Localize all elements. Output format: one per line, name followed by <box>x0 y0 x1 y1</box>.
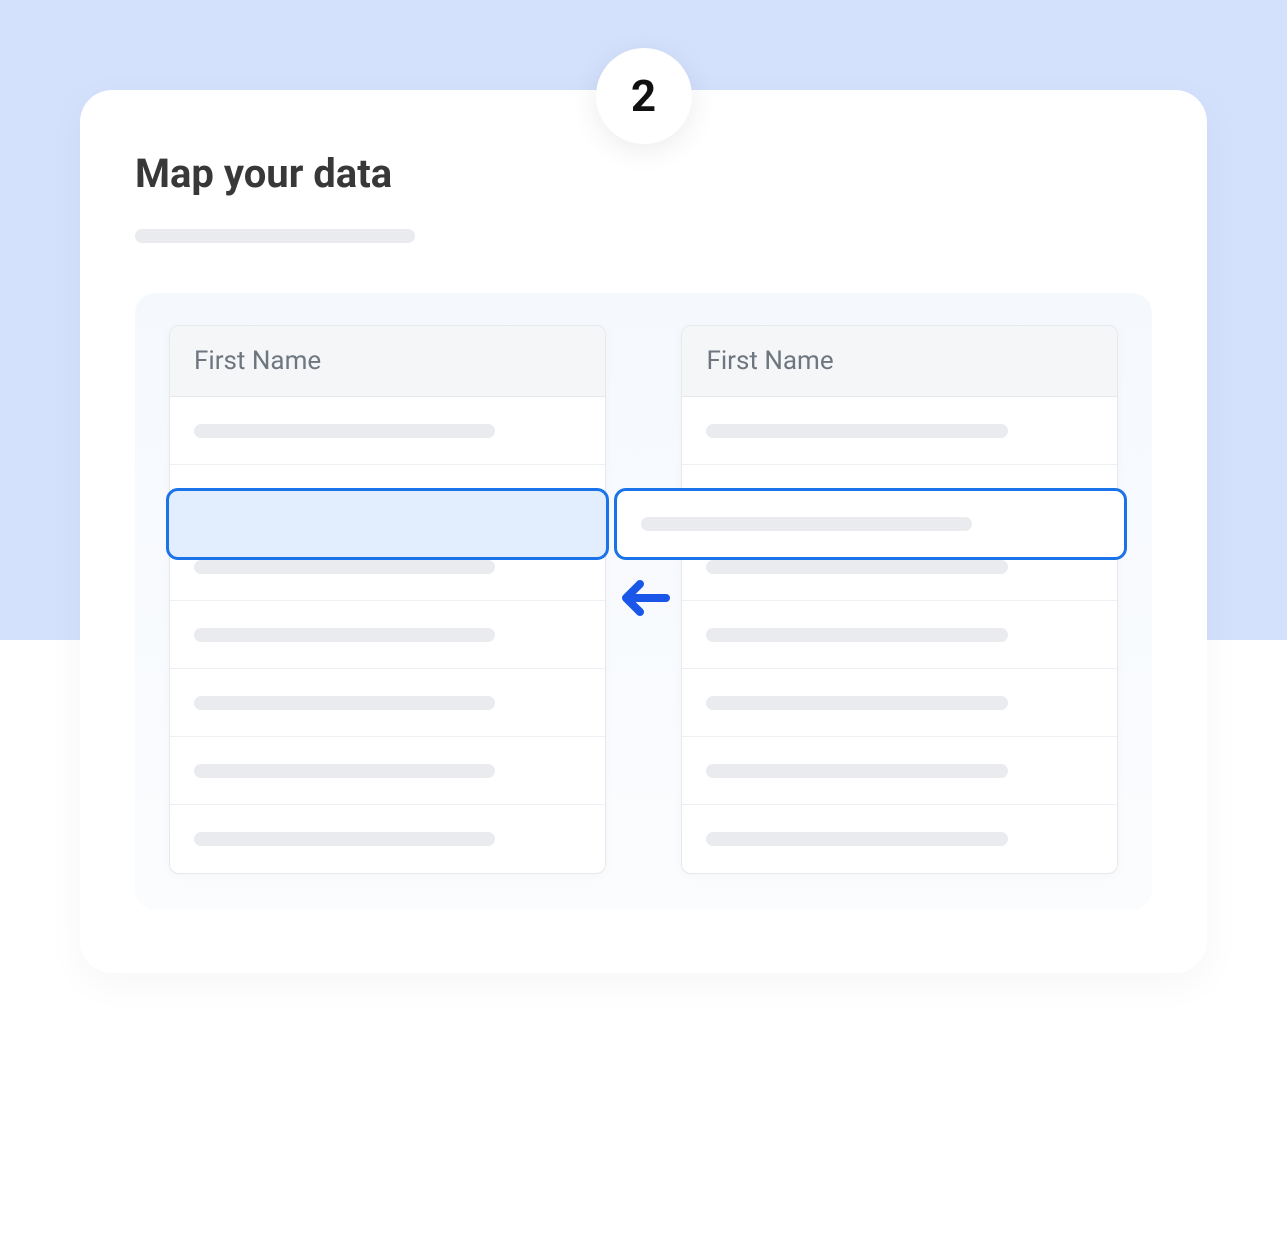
source-column-header: First Name <box>682 326 1117 397</box>
table-row[interactable] <box>682 737 1117 805</box>
table-row[interactable] <box>682 601 1117 669</box>
row-placeholder <box>194 424 495 438</box>
step-badge: 2 <box>596 48 692 144</box>
row-placeholder <box>706 832 1007 846</box>
source-selected-row[interactable] <box>614 488 1127 560</box>
step-number: 2 <box>631 70 656 122</box>
subtitle-placeholder <box>135 229 415 243</box>
mapping-area: First Name First Name <box>135 293 1152 910</box>
row-placeholder <box>706 560 1007 574</box>
table-row[interactable] <box>682 669 1117 737</box>
table-row[interactable] <box>170 805 605 873</box>
source-column-panel: First Name <box>681 325 1118 874</box>
table-row[interactable] <box>170 601 605 669</box>
row-placeholder <box>194 696 495 710</box>
row-placeholder <box>706 696 1007 710</box>
row-placeholder <box>194 628 495 642</box>
row-placeholder <box>194 560 495 574</box>
target-column-header: First Name <box>170 326 605 397</box>
row-placeholder <box>194 764 495 778</box>
table-row[interactable] <box>682 805 1117 873</box>
target-selected-row[interactable] <box>166 488 609 560</box>
page-title: Map your data <box>135 150 1152 197</box>
table-row[interactable] <box>682 397 1117 465</box>
row-placeholder <box>706 628 1007 642</box>
arrow-left-icon <box>616 575 672 625</box>
table-row[interactable] <box>170 669 605 737</box>
table-row[interactable] <box>170 737 605 805</box>
target-column-panel: First Name <box>169 325 606 874</box>
row-placeholder <box>194 832 495 846</box>
row-placeholder <box>706 424 1007 438</box>
main-card: Map your data First Name First Name <box>80 90 1207 973</box>
table-row[interactable] <box>170 397 605 465</box>
row-placeholder <box>641 517 971 531</box>
row-placeholder <box>706 764 1007 778</box>
